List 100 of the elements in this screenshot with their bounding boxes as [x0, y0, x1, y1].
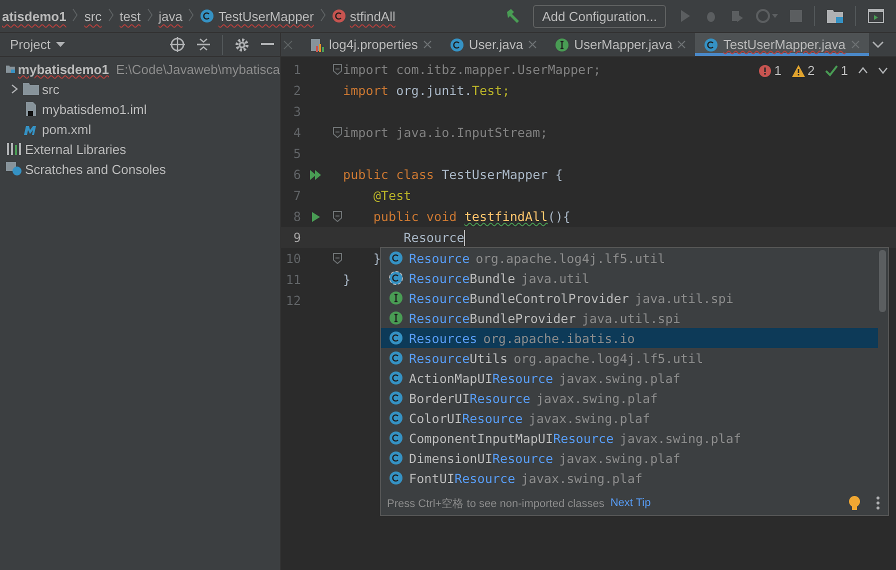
folder-icon — [23, 82, 39, 96]
run-icon[interactable] — [312, 212, 320, 222]
minimize-icon[interactable] — [261, 43, 274, 46]
class-icon — [389, 371, 403, 385]
caret-icon[interactable] — [56, 42, 66, 48]
error-count[interactable]: 1 — [759, 63, 782, 78]
close-icon[interactable] — [422, 40, 432, 49]
line-number: 3 — [292, 104, 301, 119]
editor-tab[interactable]: log4j.properties — [301, 33, 441, 56]
close-icon[interactable] — [528, 40, 538, 49]
breadcrumb-item[interactable]: src — [84, 8, 102, 24]
scrollbar-thumb[interactable] — [879, 250, 886, 312]
breadcrumb-item[interactable]: java — [158, 8, 182, 24]
fold-icon[interactable] — [332, 127, 342, 138]
tree-item[interactable]: mybatisdemo1.iml — [0, 99, 280, 119]
interface-icon — [389, 311, 403, 325]
add-configuration-button[interactable]: Add Configuration... — [533, 4, 666, 28]
class-icon — [200, 9, 214, 23]
next-tip-link[interactable]: Next Tip — [610, 497, 651, 509]
chevron-down-icon[interactable] — [878, 67, 888, 74]
line-number: 9 — [292, 230, 301, 245]
collapse-icon[interactable] — [197, 37, 210, 52]
scratch-icon — [6, 162, 22, 176]
crosshair-icon[interactable] — [170, 37, 185, 52]
code-line: Resource — [402, 230, 466, 246]
code-line: public class TestUserMapper { — [343, 167, 563, 182]
completion-item[interactable]: ResourceUtils org.apache.log4j.lf5.util — [381, 348, 878, 368]
class-icon — [389, 251, 403, 265]
run-all-icon[interactable] — [310, 170, 322, 180]
hint-text: Press Ctrl+空格 to see non-imported classes — [387, 496, 604, 510]
tree-item[interactable]: External Libraries — [0, 139, 280, 159]
coverage-icon[interactable] — [730, 9, 744, 23]
completion-item[interactable]: ActionMapUIResource javax.swing.plaf — [381, 368, 878, 388]
editor-tab[interactable]: UserMapper.java — [546, 33, 696, 56]
warning-count[interactable]: 2 — [792, 63, 815, 78]
settings-icon[interactable] — [235, 38, 249, 52]
completion-item[interactable]: Resource org.apache.log4j.lf5.util — [381, 248, 878, 268]
breadcrumb-item[interactable]: test — [120, 8, 141, 24]
class-icon — [389, 331, 403, 345]
more-icon[interactable] — [876, 496, 880, 510]
class-icon — [450, 38, 464, 52]
properties-file-icon — [310, 38, 324, 52]
editor-tab[interactable]: TestUserMapper.java — [695, 33, 868, 56]
completion-item[interactable]: ComponentInputMapUIResource javax.swing.plaf — [381, 428, 878, 448]
line-number: 2 — [292, 83, 301, 98]
completion-item[interactable]: ResourceBundleControlProvider java.util.spi — [381, 288, 878, 308]
tree-item[interactable]: Scratches and Consoles — [0, 159, 280, 179]
code-line: import com.itbz.mapper.UserMapper; — [343, 62, 601, 77]
class-icon — [704, 38, 718, 52]
class-icon — [389, 451, 403, 465]
line-number: 8 — [292, 209, 301, 224]
tree-item[interactable]: mybatisdemo1 E:\Code\Javaweb\mybatisca — [0, 59, 280, 79]
line-number: 5 — [292, 146, 301, 161]
breadcrumb-item[interactable]: TestUserMapper — [200, 8, 314, 24]
close-icon[interactable] — [283, 40, 293, 50]
class-icon — [389, 351, 403, 365]
method-icon — [332, 9, 346, 23]
close-icon[interactable] — [677, 40, 686, 49]
typo-count[interactable]: 1 — [824, 63, 848, 78]
project-view-dropdown[interactable]: Project — [10, 37, 66, 52]
code-line: } — [343, 272, 351, 287]
fold-icon[interactable] — [332, 253, 342, 264]
completion-item[interactable]: FontUIResource javax.swing.plaf — [381, 468, 878, 488]
completion-item[interactable]: ColorUIResource javax.swing.plaf — [381, 408, 878, 428]
file-icon — [23, 102, 39, 116]
breadcrumb-item[interactable]: stfindAll — [332, 8, 396, 24]
breadcrumb-item[interactable]: atisdemo1 — [2, 8, 66, 24]
line-number: 1 — [292, 62, 301, 77]
completion-item[interactable]: BorderUIResource javax.swing.plaf — [381, 388, 878, 408]
line-number: 6 — [292, 167, 301, 182]
code-line: import org.junit.Test; — [343, 83, 510, 98]
folder-icon[interactable] — [827, 9, 843, 23]
completion-item[interactable]: ResourceBundleProvider java.util.spi — [381, 308, 878, 328]
bug-icon[interactable] — [704, 9, 718, 23]
class-icon — [389, 471, 403, 485]
line-number: 12 — [284, 293, 301, 308]
line-number: 4 — [292, 125, 301, 140]
tree-item[interactable]: src — [0, 79, 280, 99]
editor-tab[interactable]: User.java — [440, 33, 546, 56]
class-icon — [389, 391, 403, 405]
code-line: } — [372, 251, 381, 266]
close-icon[interactable] — [850, 40, 860, 49]
code-line: @Test — [372, 188, 412, 203]
window-icon[interactable] — [868, 9, 884, 23]
profiler-icon[interactable] — [756, 9, 778, 23]
code-line: public void testfindAll(){ — [372, 209, 570, 224]
completion-item[interactable]: ResourceBundle java.util — [381, 268, 878, 288]
tree-item[interactable]: pom.xml — [0, 119, 280, 139]
line-number: 11 — [284, 272, 301, 287]
lightbulb-icon[interactable] — [849, 496, 860, 510]
completion-item[interactable]: Resources org.apache.ibatis.io — [381, 328, 878, 348]
chevron-down-icon[interactable] — [872, 40, 884, 48]
class-icon — [389, 411, 403, 425]
fold-icon[interactable] — [332, 64, 342, 75]
class-icon — [389, 271, 403, 285]
chevron-up-icon[interactable] — [858, 67, 868, 74]
hammer-icon[interactable] — [505, 8, 522, 24]
completion-item[interactable]: DimensionUIResource javax.swing.plaf — [381, 448, 878, 468]
interface-icon — [389, 291, 403, 305]
fold-icon[interactable] — [332, 211, 342, 222]
